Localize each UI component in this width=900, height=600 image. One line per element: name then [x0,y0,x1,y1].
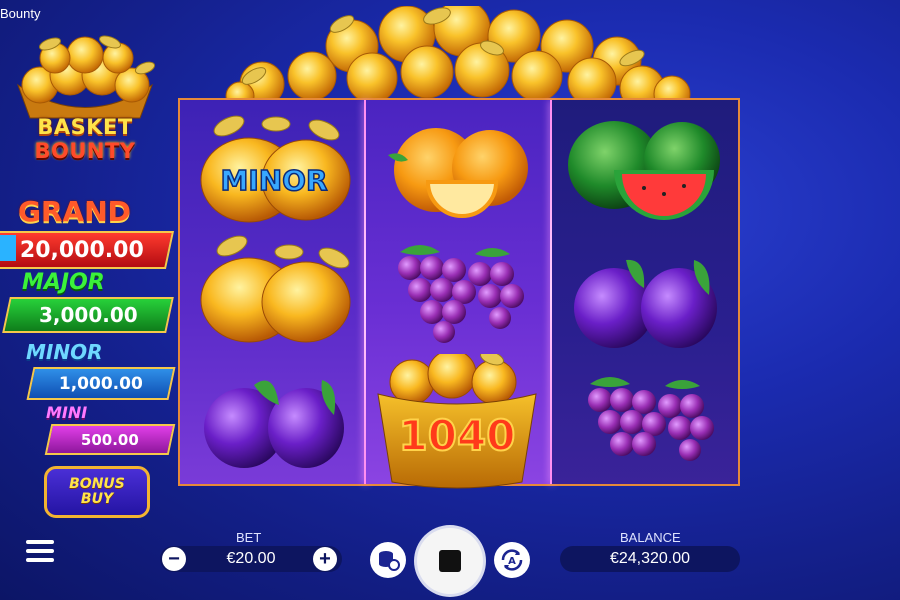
settings-icon [379,551,400,571]
major-jackpot-label: MAJOR [22,270,105,295]
apple-basket-icon [17,35,156,119]
balance-value-display: €24,320.00 [560,546,740,572]
stop-icon [439,550,461,572]
stop-spin-button[interactable] [417,528,483,594]
grapes-symbol [588,377,714,461]
minor-jackpot-amount: 1,000.00 [59,373,143,394]
autoplay-button[interactable]: A [494,542,530,578]
reel-2: 1040 [366,100,550,489]
autoplay-icon: A [501,549,523,571]
balance-label: BALANCE [620,530,681,545]
increase-bet-button[interactable]: + [313,547,337,571]
mini-jackpot-value: 500.00 [44,424,176,455]
plus-icon: + [319,548,331,570]
bonus-buy-line1: BONUS [69,476,125,492]
svg-text:A: A [508,556,516,567]
mini-jackpot-amount: 500.00 [81,430,139,449]
minor-jackpot-value: 1,000.00 [26,367,176,400]
balance-value: €24,320.00 [609,550,691,567]
bet-label: BET [236,530,262,545]
game-logo: BASKET BOUNTY [10,30,160,170]
mini-jackpot-label: MINI [46,403,88,422]
golden-apple-pile [225,6,691,106]
basket-value: 1040 [399,411,516,460]
grapes-symbol [398,245,524,343]
golden-basket-symbol: 1040 [377,354,537,489]
grand-jackpot-amount: 20,000.00 [20,237,144,263]
grand-jackpot-indicator [0,235,16,261]
menu-icon-bar [26,549,54,553]
logo-line2: BOUNTY [34,139,136,163]
plums-symbol [574,259,717,348]
oranges-symbol [388,128,528,218]
menu-button[interactable] [26,540,54,566]
menu-icon [26,540,54,544]
watermelons-symbol [568,121,720,220]
bet-value: €20.00 [226,550,276,567]
window-title: Bounty [0,6,41,21]
bonus-buy-line2: BUY [80,491,114,507]
minus-icon: − [168,548,180,570]
plums-symbol [204,380,344,468]
menu-icon-bar [26,558,54,562]
logo-line1: BASKET [37,115,133,139]
bonus-buy-button[interactable]: BONUS BUY [44,466,150,518]
reel-frame: MINOR 1040 [178,98,740,489]
golden-apples-minor-symbol: MINOR [200,115,351,223]
minor-jackpot-label: MINOR [26,340,103,364]
major-jackpot-amount: 3,000.00 [38,303,138,327]
golden-apples-symbol [200,235,351,343]
grand-jackpot-label: GRAND [18,195,131,228]
reel-1: MINOR [180,100,365,484]
decrease-bet-button[interactable]: − [162,547,186,571]
reel-3 [552,100,738,484]
minor-badge: MINOR [220,164,327,197]
major-jackpot-value: 3,000.00 [2,297,174,333]
bet-settings-button[interactable] [370,542,406,578]
grand-jackpot-value: 20,000.00 [0,231,175,269]
